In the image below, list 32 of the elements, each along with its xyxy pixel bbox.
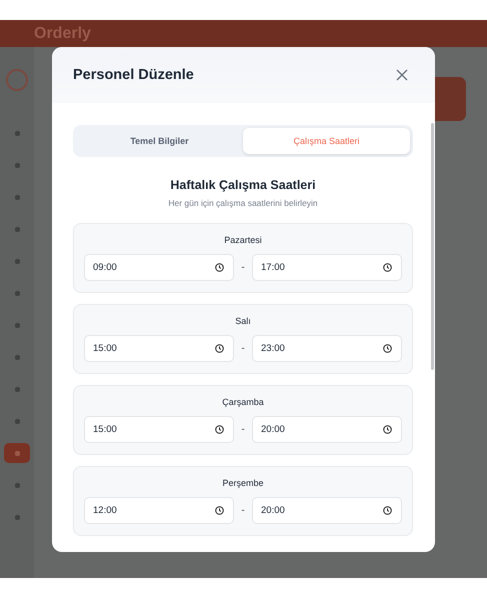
day-label: Çarşamba	[222, 396, 264, 408]
day-label: Perşembe	[222, 477, 264, 489]
tab[interactable]: Temel Bilgiler	[76, 128, 243, 154]
time-field[interactable]: 09:00	[84, 254, 234, 281]
clock-icon[interactable]	[215, 263, 224, 272]
time-field[interactable]: 20:00	[252, 416, 402, 443]
clock-icon[interactable]	[383, 263, 392, 272]
logo-icon	[6, 69, 28, 91]
scrollbar[interactable]	[431, 123, 434, 370]
separator: -	[240, 343, 246, 354]
time-field[interactable]: 23:00	[252, 335, 402, 362]
separator: -	[240, 262, 246, 273]
separator: -	[240, 424, 246, 435]
day-label: Pazartesi	[224, 234, 262, 246]
clock-icon[interactable]	[215, 344, 224, 353]
sidebar-item[interactable]	[4, 443, 30, 463]
section-subtitle: Her gün için çalışma saatlerini belirleyin	[167, 198, 319, 208]
time-field[interactable]: 15:00	[84, 416, 234, 443]
time-field[interactable]: 17:00	[252, 254, 402, 281]
day-label: Salı	[235, 315, 251, 327]
time-field[interactable]: 15:00	[84, 335, 234, 362]
clock-icon[interactable]	[383, 344, 392, 353]
clock-icon[interactable]	[383, 506, 392, 515]
separator: -	[240, 505, 246, 516]
clock-icon[interactable]	[215, 425, 224, 434]
dialog-title: Personel Düzenle	[73, 67, 194, 83]
close-icon[interactable]	[396, 69, 408, 81]
time-field[interactable]: 12:00	[84, 497, 234, 524]
time-field[interactable]: 20:00	[252, 497, 402, 524]
clock-icon[interactable]	[383, 425, 392, 434]
clock-icon[interactable]	[215, 506, 224, 515]
section-title: Haftalık Çalışma Saatleri	[169, 178, 317, 192]
